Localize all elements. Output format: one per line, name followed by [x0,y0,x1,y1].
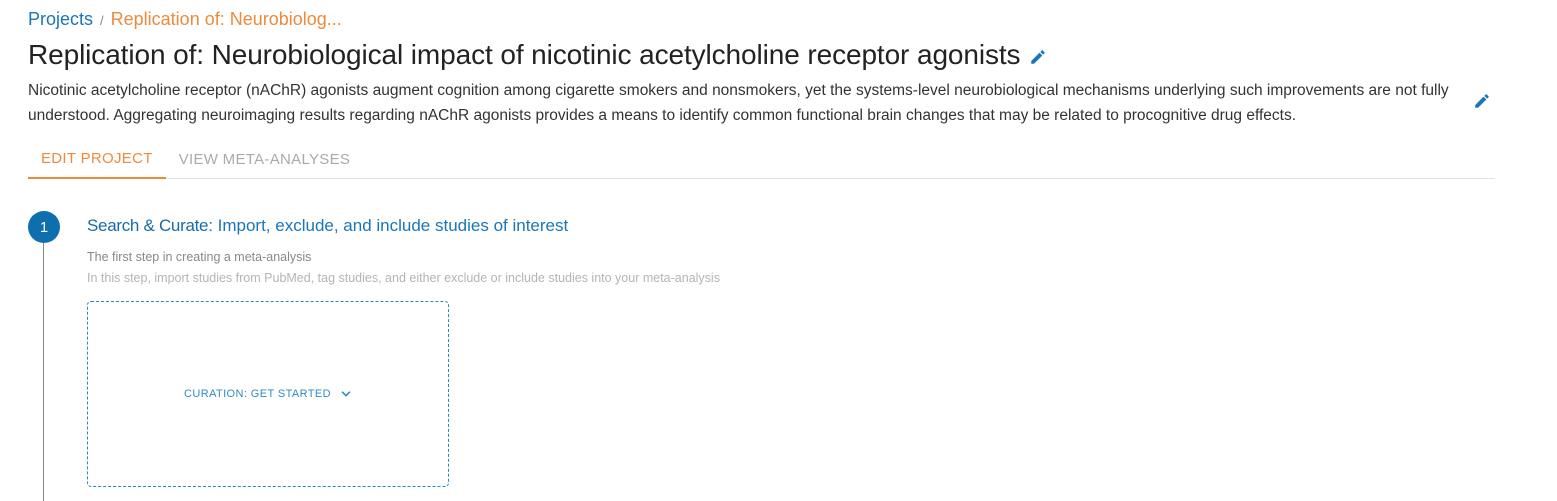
curation-label: CURATION: GET STARTED [184,388,331,400]
step-subtitle: The first step in creating a meta-analys… [87,250,312,264]
edit-title-pencil-icon[interactable] [1029,48,1047,66]
step-title: Search & Curate [87,216,209,235]
project-page: Projects / Replication of: Neurobiolog..… [0,0,1557,501]
title-row: Replication of: Neurobiological impact o… [28,39,1047,71]
breadcrumb-current: Replication of: Neurobiolog... [110,9,342,29]
step-heading: Search & Curate: Import, exclude, and in… [87,216,568,236]
chevron-down-icon [340,388,352,400]
breadcrumb-projects-link[interactable]: Projects [28,9,93,30]
breadcrumb-separator: / [100,13,104,28]
step-description: In this step, import studies from PubMed… [87,271,720,285]
page-title: Replication of: Neurobiological impact o… [28,39,1021,70]
curation-get-started-button[interactable]: CURATION: GET STARTED [87,301,449,487]
tab-edit-project[interactable]: EDIT PROJECT [28,140,166,179]
tab-view-meta-analyses[interactable]: VIEW META-ANALYSES [166,140,364,179]
project-tabs: EDIT PROJECT VIEW META-ANALYSES [28,140,1495,179]
project-description: Nicotinic acetylcholine receptor (nAChR)… [28,82,1449,124]
breadcrumb: Projects / Replication of: Neurobiolog..… [28,9,342,30]
step-title-description: : Import, exclude, and include studies o… [208,216,569,235]
stepper-connector-line [43,243,44,501]
edit-description-pencil-icon[interactable] [1473,92,1491,110]
step-number-badge: 1 [28,211,60,243]
